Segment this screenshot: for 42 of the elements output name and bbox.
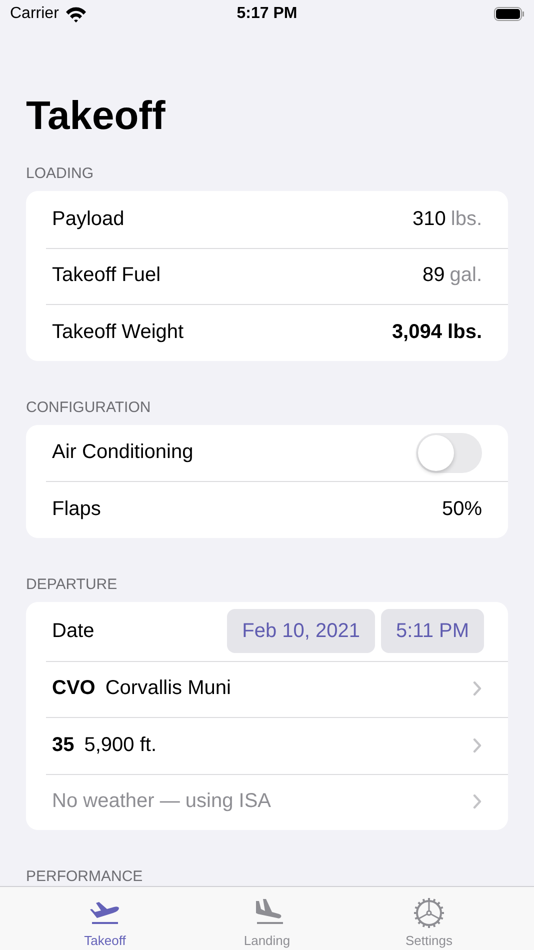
chevron-icon (473, 794, 482, 810)
tab[interactable]: Takeoff (45, 887, 165, 950)
row-placeholder: No weather — using ISA (52, 790, 271, 814)
section-header: CONFIGURATION (26, 398, 152, 416)
section-header: DEPARTURE (26, 576, 118, 594)
value-number: 310 (412, 208, 446, 230)
wifi-icon (64, 6, 87, 22)
row-code: CVO (52, 677, 96, 700)
carrier-name: Carrier (10, 5, 59, 23)
row-label: 5,900 ft. (84, 734, 157, 757)
list-item[interactable]: 35 5,900 ft. (26, 717, 508, 774)
chevron-icon (473, 738, 482, 753)
tab-label: Landing (244, 933, 290, 948)
tab[interactable]: Landing (207, 887, 327, 950)
row-code: 35 (52, 734, 74, 757)
row-label: Date (52, 620, 94, 642)
row-value: 3,094 lbs. (392, 320, 482, 344)
row-label: Air Conditioning (52, 441, 194, 464)
value-unit: gal. (450, 264, 482, 286)
row-label: Takeoff Fuel (52, 264, 161, 288)
row-value: 50% (442, 498, 482, 521)
section-header: LOADING (26, 165, 95, 183)
date-button[interactable]: Feb 10, 2021 (227, 609, 375, 653)
section-header: PERFORMANCE (26, 868, 144, 886)
battery-icon (494, 7, 524, 21)
toggle-switch[interactable] (416, 432, 482, 473)
row-label: Payload (52, 208, 124, 231)
page-title: Takeoff (26, 93, 166, 140)
row-label: Takeoff Weight (52, 320, 184, 344)
status-time: 5:17 PM (236, 5, 298, 23)
row-label: Corvallis Muni (105, 677, 231, 700)
tab-label: Settings (406, 933, 452, 948)
settings-icon (413, 897, 445, 929)
chevron-icon (473, 681, 482, 696)
tab-label: Takeoff (84, 933, 126, 948)
time-button[interactable]: 5:11 PM (381, 609, 484, 653)
list-item[interactable]: No weather — using ISA (26, 774, 508, 830)
value-number: 89 (422, 264, 445, 286)
list-item[interactable]: CVO Corvallis Muni (26, 660, 508, 717)
value-unit: lbs. (450, 208, 482, 230)
row-label: Flaps (52, 498, 101, 521)
tab[interactable]: Settings (369, 887, 489, 950)
